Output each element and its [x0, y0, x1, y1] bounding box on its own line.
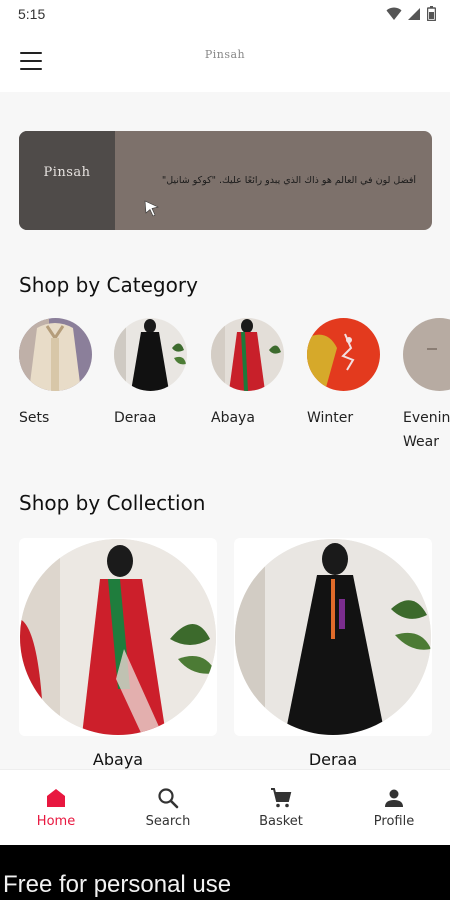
category-list[interactable]: Sets Deraa Abaya Winter Evenin Wear [0, 318, 450, 458]
collection-card-deraa[interactable] [234, 538, 432, 736]
category-image-deraa [114, 318, 187, 391]
status-bar: 5:15 [0, 0, 450, 30]
promo-banner[interactable]: Pinsah أفضل لون في العالم هو ذاك الذي يب… [19, 131, 432, 230]
category-item-sets[interactable]: Sets [19, 318, 99, 426]
wifi-icon [386, 7, 402, 20]
nav-item-home[interactable]: Home [0, 770, 112, 846]
banner-logo-panel: Pinsah [19, 131, 115, 230]
home-icon [47, 789, 65, 807]
collection-label: Abaya [92, 750, 144, 769]
nav-label: Search [145, 814, 191, 829]
nav-item-search[interactable]: Search [112, 770, 224, 846]
category-item-evening-wear[interactable]: Evening Wear [403, 318, 450, 450]
category-label: Abaya [211, 410, 255, 426]
cursor-icon [144, 200, 159, 217]
nav-item-basket[interactable]: Basket [225, 770, 337, 846]
collection-label: Deraa [308, 750, 358, 769]
collection-image-deraa [235, 539, 431, 735]
category-label: Deraa [114, 410, 157, 426]
category-image-winter [307, 318, 380, 391]
app-logo: Pinsah [204, 48, 246, 61]
category-label: Evening Wear [403, 410, 450, 450]
category-label: Sets [19, 410, 50, 426]
nav-label: Basket [259, 814, 303, 829]
watermark-strip: Free for personal use [0, 845, 450, 900]
category-item-abaya[interactable]: Abaya [211, 318, 291, 426]
cart-icon [271, 788, 292, 808]
status-time: 5:15 [18, 6, 46, 22]
nav-label: Profile [373, 814, 415, 829]
nav-item-profile[interactable]: Profile [338, 770, 450, 846]
nav-label: Home [36, 814, 76, 829]
category-image-abaya [211, 318, 284, 391]
watermark-text: Free for personal use [3, 871, 232, 898]
category-item-winter[interactable]: Winter [307, 318, 387, 426]
collection-card-abaya[interactable] [19, 538, 217, 736]
category-image-evening-wear [403, 318, 450, 391]
banner-quote: أفضل لون في العالم هو ذاك الذي يبدو رائع… [161, 175, 416, 186]
category-item-deraa[interactable]: Deraa [114, 318, 194, 426]
search-icon [158, 788, 179, 809]
app-bar: Pinsah [0, 30, 450, 92]
battery-icon [427, 6, 436, 21]
category-image-sets [19, 318, 92, 391]
category-label: Winter [307, 410, 354, 426]
bottom-navigation: Home Search Basket Profile [0, 769, 450, 845]
collection-section-title: Shop by Collection [19, 491, 206, 515]
banner-logo: Pinsah [43, 165, 91, 180]
collection-image-abaya [20, 539, 216, 735]
status-icons [386, 6, 436, 21]
profile-icon [385, 789, 403, 807]
category-section-title: Shop by Category [19, 273, 198, 297]
signal-icon [408, 7, 420, 20]
